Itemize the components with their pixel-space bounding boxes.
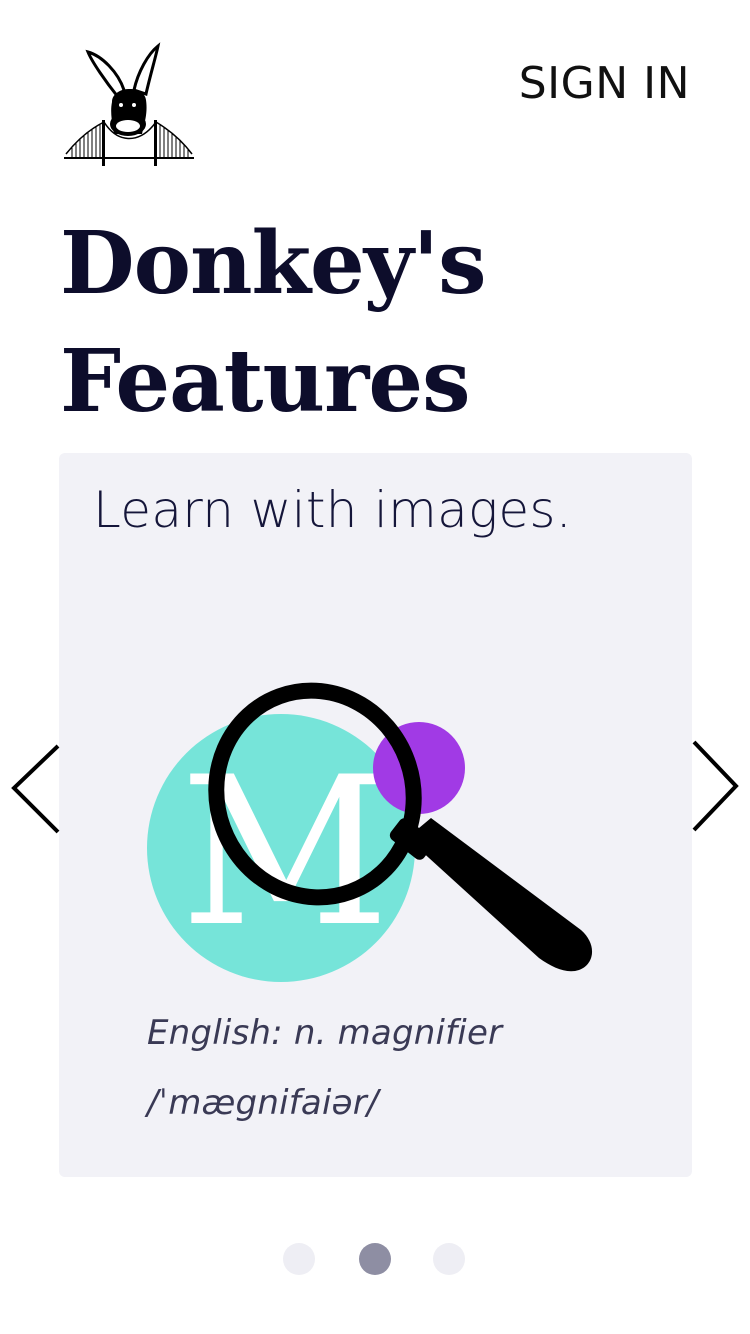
magnifier-illustration: M xyxy=(139,668,609,1018)
donkey-logo-icon[interactable] xyxy=(62,42,196,170)
feature-card: Learn with images. M English: n. magnifi… xyxy=(59,453,692,1177)
pagination-dot-1[interactable] xyxy=(283,1243,315,1275)
chevron-left-icon[interactable] xyxy=(4,740,64,840)
caption-pronunciation: /ˈmægnifaiər/ xyxy=(147,1083,379,1123)
chevron-right-icon[interactable] xyxy=(686,740,746,840)
carousel-pagination xyxy=(283,1243,467,1275)
sign-in-button[interactable]: SIGN IN xyxy=(519,58,690,109)
caption-word: English: n. magnifier xyxy=(147,1013,503,1053)
page-title-line-1: Donkey's xyxy=(60,213,487,314)
pagination-dot-2-active[interactable] xyxy=(359,1243,391,1275)
page-title-line-2: Features xyxy=(60,331,471,432)
feature-card-heading: Learn with images. xyxy=(93,481,572,539)
page-title: Donkey's Features xyxy=(60,205,700,441)
pagination-dot-3[interactable] xyxy=(433,1243,465,1275)
